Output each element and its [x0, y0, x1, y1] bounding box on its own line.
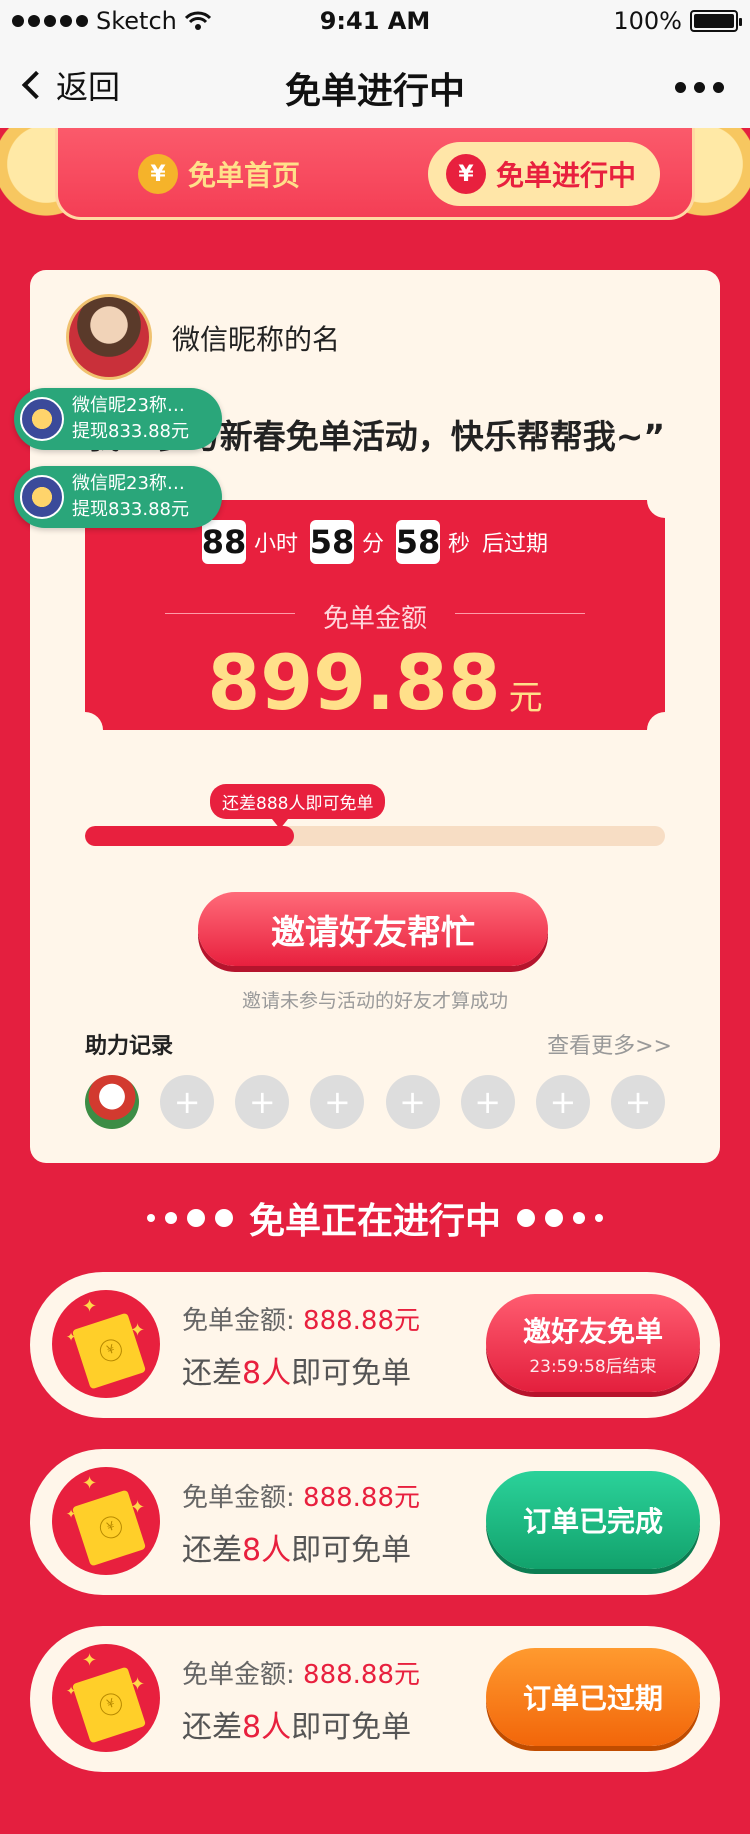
tab-label: 免单进行中 [495, 159, 636, 192]
dots-decoration-left [146, 1209, 233, 1227]
status-bar: Sketch 9:41 AM 100% [0, 0, 750, 40]
invite-friends-button[interactable]: 邀请好友帮忙 [198, 892, 548, 966]
ticket-notch [647, 482, 683, 518]
order-card: ✦✦✦ 免单金额: 888.88元 还差8人即可免单 订单已完成 [30, 1449, 720, 1595]
tab-bar: ¥ 免单首页 ¥ 免单进行中 [55, 128, 695, 220]
tab-in-progress[interactable]: ¥ 免单进行中 [427, 142, 660, 206]
button-label: 订单已完成 [522, 1505, 663, 1538]
button-label: 订单已过期 [522, 1682, 663, 1715]
section-title: 免单正在进行中 [0, 1192, 750, 1244]
toast-avatar [20, 475, 64, 519]
dots-decoration-right [517, 1209, 603, 1227]
button-countdown: 23:59:58后结束 [529, 1356, 657, 1377]
add-helper-icon[interactable]: + [160, 1075, 215, 1129]
toast-avatar [20, 397, 64, 441]
withdraw-toast: 微信昵23称… 提现833.88元 [14, 466, 222, 528]
add-helper-icon[interactable]: + [310, 1075, 365, 1129]
red-envelope-icon: ✦ ✦ ✦ [52, 1467, 160, 1575]
withdraw-toast: 微信昵23称… 提现833.88元 [14, 388, 222, 450]
order-amount: 免单金额: 888.88元 [182, 1660, 421, 1690]
toast-name: 微信昵23称… [72, 473, 185, 494]
more-icon[interactable] [675, 82, 724, 93]
countdown-minutes: 58 [310, 520, 354, 564]
red-envelope-icon: ✦ ✦ ✦ [52, 1644, 160, 1752]
countdown-hours: 88 [202, 520, 246, 564]
red-envelope-icon: ✦ ✦ ✦ [52, 1290, 160, 1398]
battery-icon [690, 10, 742, 32]
page-title: 免单进行中 [284, 71, 465, 112]
order-card: ✦✦✦ 免单金额: 888.88元 还差8人即可免单 订单已过期 [30, 1626, 720, 1772]
countdown-suffix: 后过期 [482, 532, 549, 557]
order-card: ✦✦✦ 免单金额: 888.88元 还差8人即可免单 邀好友免单 23:59:5… [30, 1272, 720, 1418]
helper-avatar [85, 1075, 139, 1129]
progress-fill [85, 826, 294, 846]
invite-free-button[interactable]: 邀好友免单 23:59:58后结束 [486, 1294, 700, 1392]
helper-list: + + + + + + + [85, 1075, 665, 1129]
order-amount: 免单金额: 888.88元 [182, 1483, 421, 1513]
amount-ticket: 88 小时 58 分 58 秒 后过期 免单金额 899.88 元 [67, 482, 683, 748]
add-helper-icon[interactable]: + [460, 1075, 515, 1129]
view-more-link[interactable]: 查看更多>> [547, 1028, 672, 1060]
order-expired-button[interactable]: 订单已过期 [486, 1648, 700, 1746]
header-banner: ¥ 免单首页 ¥ 免单进行中 [0, 128, 750, 268]
order-remaining: 还差8人即可免单 [182, 1356, 412, 1391]
add-helper-icon[interactable]: + [235, 1075, 290, 1129]
navigation-bar: 返回 免单进行中 [0, 40, 750, 128]
order-amount: 免单金额: 888.88元 [182, 1306, 421, 1336]
yen-bag-icon: ¥ [138, 154, 178, 194]
order-completed-button[interactable]: 订单已完成 [486, 1471, 700, 1569]
user-avatar [66, 294, 152, 380]
toast-text: 提现833.88元 [72, 499, 189, 520]
countdown-hours-unit: 小时 [253, 532, 298, 557]
battery-info: 100% [613, 7, 742, 35]
progress-tooltip: 还差888人即可免单 [210, 784, 386, 829]
toast-text: 提现833.88元 [72, 421, 189, 442]
user-nickname: 微信昵称的名 [172, 323, 341, 356]
button-label: 邀好友免单 [522, 1314, 663, 1348]
battery-percent: 100% [613, 7, 682, 35]
tab-free-home[interactable]: ¥ 免单首页 [138, 142, 300, 206]
progress-bar [85, 826, 665, 846]
countdown-minutes-unit: 分 [361, 532, 384, 557]
order-remaining: 还差8人即可免单 [182, 1533, 412, 1568]
countdown-seconds: 58 [396, 520, 440, 564]
section-title-text: 免单正在进行中 [248, 1201, 501, 1242]
add-helper-icon[interactable]: + [385, 1075, 440, 1129]
yen-coin-icon: ¥ [445, 154, 486, 194]
free-amount-label: 免单金额 [85, 598, 665, 635]
add-helper-icon[interactable]: + [535, 1075, 590, 1129]
order-remaining: 还差8人即可免单 [182, 1710, 412, 1745]
countdown-seconds-unit: 秒 [448, 532, 471, 557]
free-amount-unit: 元 [508, 678, 543, 718]
help-record-title: 助力记录 [85, 1034, 174, 1059]
invite-hint: 邀请未参与活动的好友才算成功 [241, 990, 508, 1012]
free-amount-value: 899.88 元 [85, 638, 665, 727]
free-amount-number: 899.88 [207, 638, 501, 727]
add-helper-icon[interactable]: + [610, 1075, 665, 1129]
toast-name: 微信昵23称… [72, 395, 185, 416]
tab-label: 免单首页 [188, 159, 301, 192]
